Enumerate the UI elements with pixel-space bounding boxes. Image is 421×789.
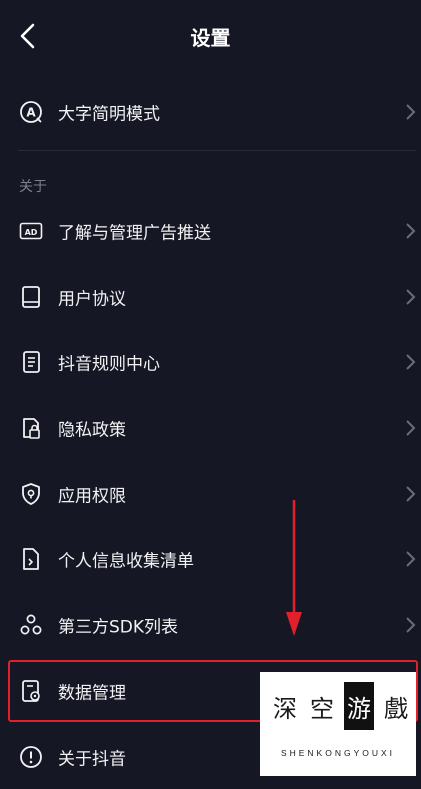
sdk-nodes-icon bbox=[18, 612, 44, 638]
setting-item-large-font-mode[interactable]: A 大字简明模式 bbox=[0, 80, 421, 144]
setting-item-label: 大字简明模式 bbox=[58, 104, 160, 125]
page-title: 设置 bbox=[190, 26, 231, 50]
info-icon bbox=[18, 744, 44, 770]
setting-item-label: 了解与管理广告推送 bbox=[58, 223, 211, 244]
shield-icon bbox=[18, 481, 44, 507]
svg-text:AD: AD bbox=[25, 228, 38, 237]
chevron-right-icon bbox=[406, 420, 416, 436]
setting-item-ad-management[interactable]: AD 了解与管理广告推送 bbox=[0, 199, 421, 263]
ad-icon: AD bbox=[18, 218, 44, 244]
divider bbox=[18, 150, 416, 151]
chevron-right-icon bbox=[406, 617, 416, 633]
setting-item-third-party-sdk[interactable]: 第三方SDK列表 bbox=[0, 593, 421, 657]
setting-item-label: 应用权限 bbox=[58, 486, 126, 507]
chevron-right-icon bbox=[406, 551, 416, 567]
setting-item-label: 个人信息收集清单 bbox=[58, 551, 194, 572]
setting-item-user-agreement[interactable]: 用户协议 bbox=[0, 265, 421, 329]
svg-text:A: A bbox=[26, 106, 36, 120]
header-bar: 设置 bbox=[0, 0, 421, 76]
watermark-glyph: 戲 bbox=[384, 694, 408, 723]
arrow-down-icon bbox=[286, 500, 302, 636]
setting-item-label: 第三方SDK列表 bbox=[58, 617, 179, 638]
watermark-subtitle: SHENKONGYOUXI bbox=[280, 748, 396, 758]
section-label-about: 关于 bbox=[19, 179, 47, 195]
watermark-logo: 深 空 游 戲 SHENKONGYOUXI bbox=[260, 672, 416, 776]
document-list-icon bbox=[18, 349, 44, 375]
setting-item-app-permissions[interactable]: 应用权限 bbox=[0, 462, 421, 526]
watermark-glyph: 游 bbox=[344, 682, 374, 730]
setting-item-label: 关于抖音 bbox=[58, 749, 126, 770]
chevron-right-icon bbox=[406, 289, 416, 305]
book-icon bbox=[18, 284, 44, 310]
setting-item-personal-info-list[interactable]: 个人信息收集清单 bbox=[0, 527, 421, 591]
setting-item-label: 隐私政策 bbox=[58, 420, 126, 441]
chevron-right-icon bbox=[406, 486, 416, 502]
chevron-right-icon bbox=[406, 354, 416, 370]
watermark-glyph: 深 bbox=[273, 694, 297, 723]
chevron-right-icon bbox=[406, 104, 416, 120]
setting-item-label: 用户协议 bbox=[58, 289, 126, 310]
setting-item-privacy-policy[interactable]: 隐私政策 bbox=[0, 396, 421, 460]
privacy-lock-icon bbox=[18, 415, 44, 441]
setting-item-rules-center[interactable]: 抖音规则中心 bbox=[0, 330, 421, 394]
font-size-icon: A bbox=[18, 99, 44, 125]
setting-item-label: 抖音规则中心 bbox=[58, 354, 160, 375]
chevron-right-icon bbox=[406, 223, 416, 239]
watermark-glyph: 空 bbox=[310, 694, 334, 723]
file-info-icon bbox=[18, 546, 44, 572]
